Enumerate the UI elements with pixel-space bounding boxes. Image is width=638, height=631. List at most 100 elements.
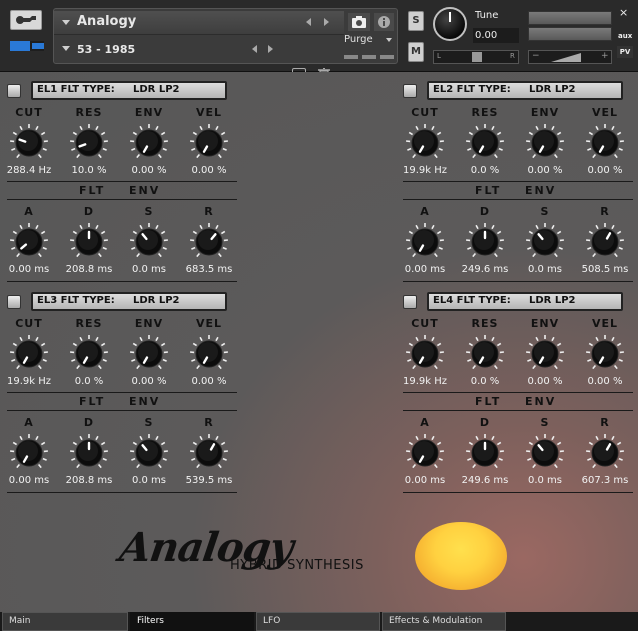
filter-type-selector[interactable]: EL3 FLT TYPE: LDR LP2 — [31, 292, 227, 311]
env-knob[interactable] — [129, 123, 169, 163]
vel-knob[interactable] — [189, 123, 229, 163]
cut-knob[interactable] — [405, 334, 445, 374]
env-knob[interactable] — [525, 123, 565, 163]
res-knob[interactable] — [69, 123, 109, 163]
knob-label-cut: CUT — [411, 106, 439, 119]
volume-slider[interactable]: − + — [528, 50, 612, 64]
vel-knob[interactable] — [189, 334, 229, 374]
filter-type-selector[interactable]: EL2 FLT TYPE: LDR LP2 — [427, 81, 623, 100]
env-r-knob[interactable] — [585, 433, 625, 473]
vel-knob[interactable] — [585, 123, 625, 163]
env-a-knob[interactable] — [9, 433, 49, 473]
knob-label-env: ENV — [134, 317, 164, 330]
camera-icon[interactable] — [348, 13, 370, 31]
env-r-knob[interactable] — [189, 433, 229, 473]
aux-label[interactable]: aux — [618, 32, 632, 40]
filter-type-selector[interactable]: EL1 FLT TYPE: LDR LP2 — [31, 81, 227, 100]
knob-label-s: S — [540, 416, 550, 429]
env-s-knob[interactable] — [525, 433, 565, 473]
info-icon[interactable] — [374, 13, 394, 31]
env-knob[interactable] — [525, 334, 565, 374]
cut-knob[interactable] — [405, 123, 445, 163]
filter-type-value: LDR LP2 — [133, 84, 180, 95]
vel-value: 0.00 % — [191, 165, 227, 176]
tune-knob[interactable] — [433, 7, 467, 41]
next-preset-icon[interactable] — [268, 45, 273, 53]
tune-value[interactable]: 0.00 — [473, 28, 519, 43]
close-icon[interactable]: × — [619, 6, 628, 19]
env-d-knob[interactable] — [69, 433, 109, 473]
purge-label[interactable]: Purge — [344, 34, 373, 45]
filter-type-prefix: EL1 FLT TYPE: — [37, 84, 115, 95]
purge-indicator — [344, 55, 358, 59]
section-divider — [403, 181, 633, 182]
section-divider — [403, 281, 633, 282]
pv-button[interactable]: PV — [617, 46, 633, 58]
section-divider — [7, 181, 237, 182]
filter-enable-checkbox[interactable] — [403, 84, 417, 98]
preset-row[interactable]: 53 - 1985 — [54, 37, 344, 82]
knob-label-res: RES — [471, 317, 499, 330]
section-divider — [7, 281, 237, 282]
vel-value: 0.00 % — [191, 376, 227, 387]
instrument-name: Analogy — [77, 14, 137, 29]
cut-knob[interactable] — [9, 334, 49, 374]
prev-instrument-icon[interactable] — [306, 18, 311, 26]
section-divider — [7, 199, 237, 200]
knob-label-d: D — [83, 205, 95, 218]
knob-label-r: R — [600, 205, 610, 218]
next-instrument-icon[interactable] — [324, 18, 329, 26]
flt-label: FLT — [79, 184, 106, 197]
filter-section-1: EL1 FLT TYPE: LDR LP2 CUT RES ENV VEL 288.4 Hz… — [7, 81, 237, 291]
pan-thumb[interactable] — [472, 52, 482, 62]
preset-menu-icon[interactable] — [62, 46, 70, 51]
env-s-knob[interactable] — [129, 433, 169, 473]
prev-preset-icon[interactable] — [252, 45, 257, 53]
tab-main[interactable]: Main — [2, 612, 128, 631]
env-s-knob[interactable] — [129, 222, 169, 262]
solo-button[interactable]: S — [408, 11, 424, 31]
knob-label-r: R — [204, 205, 214, 218]
tab-lfo[interactable]: LFO — [256, 612, 380, 631]
instrument-name-row[interactable]: Analogy — [54, 11, 344, 35]
vel-value: 0.00 % — [587, 376, 623, 387]
purge-dropdown-icon[interactable] — [386, 38, 392, 42]
res-knob[interactable] — [69, 334, 109, 374]
env-label: ENV — [129, 395, 161, 408]
filter-type-header: EL4 FLT TYPE: LDR LP2 — [403, 292, 633, 312]
volume-plus-label: + — [601, 51, 609, 61]
env-d-knob[interactable] — [465, 222, 505, 262]
section-divider — [403, 199, 633, 200]
env-d-knob[interactable] — [465, 433, 505, 473]
vel-knob[interactable] — [585, 334, 625, 374]
res-knob[interactable] — [465, 123, 505, 163]
pan-left-label: L — [437, 52, 441, 60]
knob-label-r: R — [204, 416, 214, 429]
filter-type-selector[interactable]: EL4 FLT TYPE: LDR LP2 — [427, 292, 623, 311]
env-label: ENV — [525, 184, 557, 197]
mute-button[interactable]: M — [408, 42, 424, 62]
knob-label-a: A — [420, 416, 430, 429]
filter-enable-checkbox[interactable] — [7, 295, 21, 309]
instrument-menu-icon[interactable] — [62, 20, 70, 25]
env-a-knob[interactable] — [405, 222, 445, 262]
env-a-knob[interactable] — [405, 433, 445, 473]
tab-effects-modulation[interactable]: Effects & Modulation — [382, 612, 506, 631]
env-r-knob[interactable] — [189, 222, 229, 262]
filter-enable-checkbox[interactable] — [403, 295, 417, 309]
filter-section-3: EL3 FLT TYPE: LDR LP2 CUT RES ENV VEL 19.9k Hz… — [7, 292, 237, 502]
pan-slider[interactable]: L R — [433, 50, 519, 64]
env-s-knob[interactable] — [525, 222, 565, 262]
tab-filters[interactable]: Filters — [130, 612, 254, 631]
wrench-icon[interactable] — [10, 10, 42, 30]
cut-knob[interactable] — [9, 123, 49, 163]
filter-enable-checkbox[interactable] — [7, 84, 21, 98]
env-knob[interactable] — [129, 334, 169, 374]
env-d-knob[interactable] — [69, 222, 109, 262]
knob-label-d: D — [83, 416, 95, 429]
level-meter-left — [528, 11, 612, 25]
env-r-knob[interactable] — [585, 222, 625, 262]
env-label: ENV — [129, 184, 161, 197]
env-a-knob[interactable] — [9, 222, 49, 262]
res-knob[interactable] — [465, 334, 505, 374]
